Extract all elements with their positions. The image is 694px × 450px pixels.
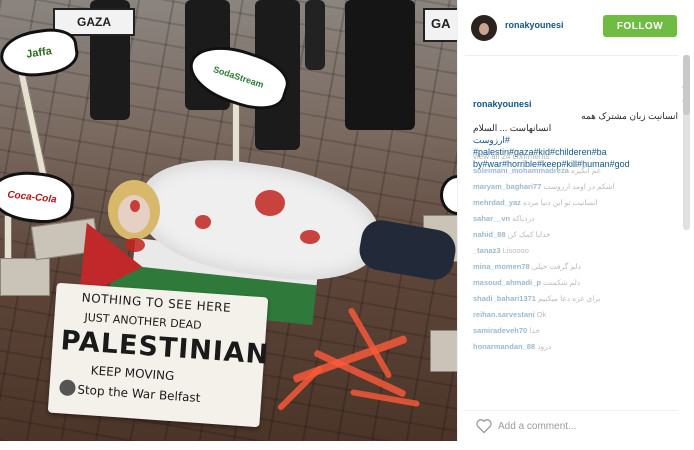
header-divider [465,55,678,56]
blood-stain [255,190,285,216]
protest-sign: NOTHING TO SEE HERE JUST ANOTHER DEAD PA… [47,282,270,428]
comment: reihan.sarvestani Ok [473,310,547,319]
view-all-comments-link[interactable]: view all 24 comments [473,152,549,161]
caption-text: انسانیت زبان مشترک همه [581,111,678,121]
follow-button[interactable]: FOLLOW [603,15,677,37]
peace-icon [58,379,77,397]
sign-line: Stop the War Belfast [76,382,201,406]
protestor-legs [305,0,325,70]
blood-stain [195,215,211,229]
comment: soleimani_mohammadreza غم انگیزه [473,166,601,175]
post-username[interactable]: ronakyounesi [505,20,564,30]
comment: nahid_88 خدایا کمک کن [473,230,551,239]
heart-outline-icon[interactable] [475,418,493,434]
comment: sahar__vn دردناکه [473,214,535,223]
sign-plinth [0,258,50,296]
post-photo[interactable]: GAZA GA Jaffa SodaStream Coca-Cola NOTHI… [0,0,457,441]
comment: honarmandan_88 درود [473,342,552,351]
caption-text: انسانهاست ... السلام [473,123,552,133]
post-window: GAZA GA Jaffa SodaStream Coca-Cola NOTHI… [0,0,694,450]
sign-line: KEEP MOVING [90,363,175,384]
sign-plinth [430,330,457,372]
comments-scrollbar[interactable] [683,55,690,230]
comment: mina_momen78 دلم گرفت خیلی [473,262,581,271]
scrollbar-thumb[interactable] [683,55,690,115]
protestor-legs [345,0,415,130]
comment: _tanaz3 Lisoooo [473,246,529,255]
comment: masoud_ahmadi_p دلم شکست [473,278,581,287]
comment: mehrdad_yaz انسانیت تو این دنیا مرده [473,198,598,207]
blood-stain [130,200,140,212]
comment: shadi_bahari1371 برای غزه دعا میکنیم [473,294,601,303]
caption-username[interactable]: ronakyounesi [473,99,532,109]
blood-stain [125,238,145,252]
comment-list: soleimani_mohammadreza غم انگیزه maryam_… [473,166,678,358]
add-comment-input[interactable] [498,418,678,434]
caption-hashtag[interactable]: #ارزوست [473,134,678,146]
blood-stain [300,230,320,244]
comment: maryam_baghari77 اشکم در اومد ارزوست [473,182,615,191]
avatar[interactable] [471,15,497,41]
comment: samiradeveh70 خدا [473,326,540,335]
gaza-sign-right: GA [423,8,457,42]
